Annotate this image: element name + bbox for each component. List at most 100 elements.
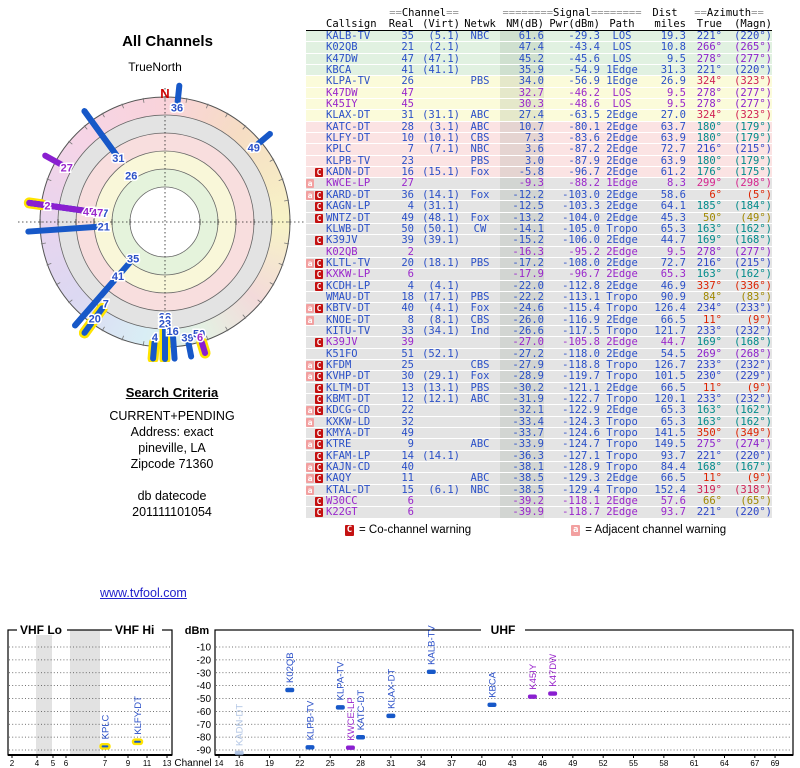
cell-callsign: KMYA-DT <box>326 427 371 440</box>
cell-path: Tropo <box>606 222 638 235</box>
svg-text:11: 11 <box>143 759 152 768</box>
adjacent-channel-warning-icon: a <box>306 485 314 495</box>
cell-azimuth-magnetic: (220°) <box>734 30 772 42</box>
cell-power-dbm: -63.5 <box>568 109 600 122</box>
cell-azimuth-magnetic: (83°) <box>740 290 772 303</box>
cell-power-dbm: -103.0 <box>562 188 600 201</box>
cell-power-dbm: -104.0 <box>562 211 600 224</box>
table-row: K02QB 21 (2.1) 47.4 -43.4 LOS 10.8 266° (265°) <box>306 41 772 54</box>
radar-channel-label: 39 <box>181 333 193 345</box>
cell-path: 2Edge <box>606 381 638 394</box>
cell-virtual-channel: (6.1) <box>428 483 460 496</box>
cell-azimuth-magnetic: (265°) <box>734 41 772 54</box>
cell-power-dbm: -103.3 <box>562 200 600 213</box>
warning-markers <box>306 292 326 302</box>
cell-power-dbm: -87.9 <box>568 154 600 167</box>
cell-azimuth-true: 269° <box>696 347 722 360</box>
cell-virtual-channel <box>414 99 460 109</box>
cell-power-dbm: -113.1 <box>562 290 600 303</box>
signal-point-label: K02QB <box>285 652 296 683</box>
table-row: C KAGN-LP 4 (31.1) -12.5 -103.3 2Edge 64.1 185° (… <box>306 200 772 213</box>
cell-network <box>460 247 500 257</box>
cell-power-dbm: -115.4 <box>562 302 600 315</box>
cell-virtual-channel: (12.1) <box>422 393 460 405</box>
cell-callsign: KLAX-DT <box>326 109 371 122</box>
warning-markers: C <box>306 281 326 291</box>
cell-virtual-channel <box>414 76 460 86</box>
cell-real-channel: 15 <box>401 483 414 496</box>
column-header-callsign: Callsign <box>326 18 377 30</box>
cell-virtual-channel <box>414 360 460 370</box>
svg-text:4: 4 <box>35 759 40 768</box>
cell-azimuth-magnetic: (220°) <box>734 449 772 462</box>
cell-virtual-channel: (13.1) <box>422 381 460 394</box>
co-channel-warning-icon: C <box>315 429 323 439</box>
cell-miles: 152.4 <box>654 483 686 496</box>
cell-real-channel: 6 <box>407 268 414 281</box>
cell-path: 2Edge <box>606 154 638 167</box>
cell-virtual-channel <box>414 88 460 98</box>
cell-nm-db: -38.1 <box>500 462 544 472</box>
co-channel-warning-icon: C <box>315 236 323 246</box>
cell-network <box>460 281 500 291</box>
cell-power-dbm: -108.0 <box>562 256 600 269</box>
warning-markers <box>306 133 326 143</box>
cell-azimuth-true: 50° <box>703 211 722 224</box>
search-zipcode: Zipcode 71360 <box>130 457 214 471</box>
cell-callsign: W30CC <box>326 495 358 508</box>
svg-text:28: 28 <box>356 759 365 768</box>
cell-path: Tropo <box>606 438 638 451</box>
cell-path: 2Edge <box>606 143 638 156</box>
signal-point-klpa-tv <box>335 705 345 710</box>
cell-miles: 19.3 <box>660 30 686 42</box>
cell-path: Tropo <box>606 393 638 405</box>
signal-point-kplc <box>99 742 111 750</box>
cell-path: 1Edge <box>606 75 638 88</box>
svg-text:N: N <box>160 86 169 101</box>
cell-miles: 84.4 <box>660 461 686 474</box>
cell-virtual-channel: (14.1) <box>422 449 460 462</box>
cell-power-dbm: -45.6 <box>568 52 600 65</box>
cell-azimuth-magnetic: (9°) <box>746 472 772 485</box>
cell-power-dbm: -118.8 <box>562 358 600 371</box>
cell-callsign: K02QB <box>326 41 358 54</box>
cell-nm-db: -38.5 <box>500 473 544 484</box>
cell-azimuth-true: 11° <box>703 381 722 394</box>
warning-markers <box>306 349 326 359</box>
cell-azimuth-magnetic: (277°) <box>734 98 772 111</box>
cell-miles: 65.3 <box>660 415 686 428</box>
cell-miles: 141.5 <box>654 427 686 440</box>
cell-callsign: KVHP-DT <box>326 370 371 383</box>
cell-azimuth-true: 66° <box>703 495 722 508</box>
co-channel-warning-icon: C <box>345 525 354 536</box>
tvfool-link[interactable]: www.tvfool.com <box>100 586 187 600</box>
signal-point-label: KADN-DT <box>235 704 246 746</box>
cell-callsign: KBCA <box>326 64 352 77</box>
cell-network <box>460 349 500 359</box>
warning-markers <box>306 110 326 120</box>
svg-text:-80: -80 <box>197 733 212 744</box>
warning-markers <box>306 65 326 75</box>
cell-network <box>460 178 500 188</box>
cell-miles: 54.5 <box>660 347 686 360</box>
cell-azimuth-magnetic: (229°) <box>734 370 772 383</box>
cell-azimuth-magnetic: (215°) <box>734 256 772 269</box>
cell-miles: 8.3 <box>667 177 686 190</box>
cell-path: Tropo <box>606 427 638 440</box>
cell-callsign: KXKW-LP <box>326 268 371 281</box>
cell-nm-db: -28.9 <box>500 371 544 382</box>
cell-virtual-channel: (4.1) <box>428 302 460 315</box>
cell-power-dbm: -122.7 <box>562 393 600 405</box>
cell-network <box>460 65 500 75</box>
cell-callsign: KLTL-TV <box>326 256 371 269</box>
co-channel-warning-icon: C <box>315 395 323 404</box>
adjacent-channel-warning-icon: a <box>306 417 314 427</box>
table-row: C K39JV 39 -27.0 -105.8 2Edge 44.7 169° (168°) <box>306 337 772 349</box>
cell-azimuth-magnetic: (277°) <box>734 86 772 99</box>
cell-virtual-channel <box>414 337 460 347</box>
warning-markers: C <box>306 394 326 404</box>
co-channel-warning-icon: C <box>315 383 323 393</box>
cell-real-channel: 18 <box>401 290 414 303</box>
cell-callsign: KBTV-DT <box>326 302 371 315</box>
cell-real-channel: 49 <box>401 211 414 224</box>
